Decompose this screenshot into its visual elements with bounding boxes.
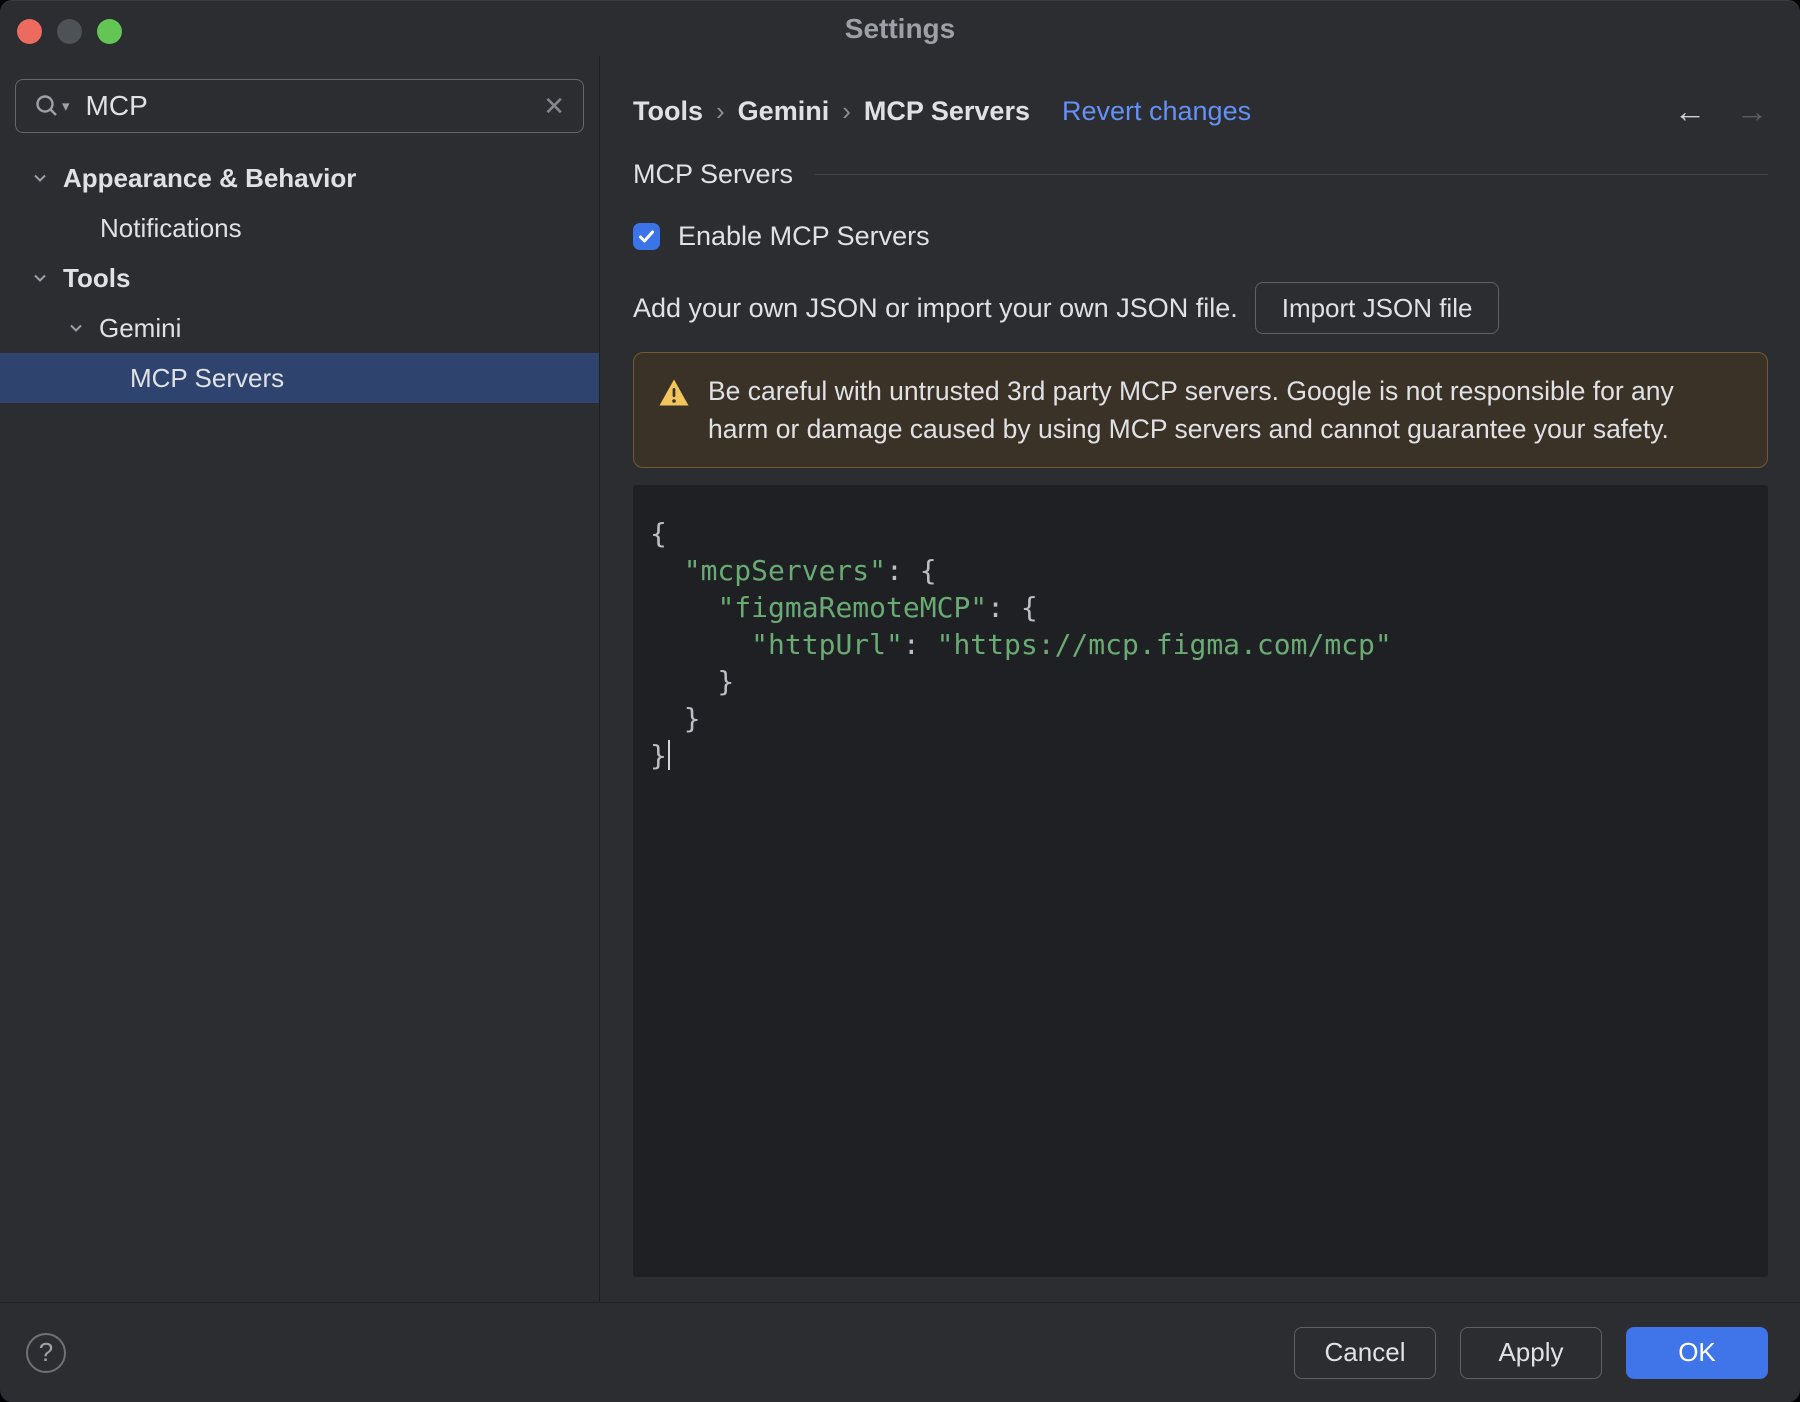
settings-sidebar: ▾ ✕ Appearance & Behavior Notifications: [0, 56, 600, 1302]
settings-content: Tools › Gemini › MCP Servers Revert chan…: [600, 56, 1800, 1302]
section-header: MCP Servers: [633, 159, 1768, 190]
cancel-button[interactable]: Cancel: [1294, 1326, 1436, 1379]
dialog-footer: ? Cancel Apply OK: [0, 1302, 1800, 1402]
breadcrumb: Tools › Gemini › MCP Servers Revert chan…: [633, 89, 1768, 133]
apply-button[interactable]: Apply: [1460, 1326, 1602, 1379]
search-history-caret-icon[interactable]: ▾: [62, 97, 70, 115]
search-icon: [34, 93, 60, 119]
sidebar-item-label: MCP Servers: [130, 362, 285, 393]
breadcrumb-mcp-servers: MCP Servers: [863, 95, 1030, 126]
back-arrow-icon[interactable]: ←: [1674, 93, 1706, 130]
sidebar-item-gemini[interactable]: Gemini: [0, 303, 599, 353]
warning-banner: Be careful with untrusted 3rd party MCP …: [633, 352, 1768, 468]
window-title: Settings: [844, 12, 956, 44]
zoom-window-button[interactable]: [97, 19, 122, 44]
settings-tree: Appearance & Behavior Notifications Tool…: [0, 153, 599, 403]
minimize-window-button[interactable]: [57, 19, 82, 44]
import-instruction-text: Add your own JSON or import your own JSO…: [633, 292, 1238, 323]
sidebar-item-label: Notifications: [100, 212, 242, 243]
chevron-down-icon[interactable]: [30, 168, 50, 188]
title-bar: Settings: [0, 1, 1800, 56]
enable-mcp-row: Enable MCP Servers: [633, 221, 1768, 252]
sidebar-item-appearance-behavior[interactable]: Appearance & Behavior: [0, 153, 599, 203]
warning-triangle-icon: [658, 378, 690, 412]
search-input[interactable]: [85, 90, 544, 122]
settings-search-field[interactable]: ▾ ✕: [15, 79, 584, 133]
chevron-down-icon[interactable]: [30, 268, 50, 288]
enable-mcp-checkbox[interactable]: [633, 223, 660, 250]
chevron-down-icon[interactable]: [66, 318, 86, 338]
sidebar-item-mcp-servers[interactable]: MCP Servers: [0, 353, 599, 403]
sidebar-item-label: Appearance & Behavior: [63, 162, 357, 193]
section-divider: [815, 174, 1768, 175]
breadcrumb-separator-icon: ›: [716, 95, 725, 126]
revert-changes-link[interactable]: Revert changes: [1062, 96, 1251, 127]
breadcrumb-separator-icon: ›: [842, 95, 851, 126]
section-title: MCP Servers: [633, 159, 794, 189]
mcp-json-editor[interactable]: { "mcpServers": { "figmaRemoteMCP": { "h…: [633, 485, 1768, 1277]
warning-text: Be careful with untrusted 3rd party MCP …: [708, 376, 1674, 444]
close-window-button[interactable]: [17, 19, 42, 44]
sidebar-item-notifications[interactable]: Notifications: [0, 203, 599, 253]
sidebar-item-label: Gemini: [99, 312, 182, 343]
clear-search-icon[interactable]: ✕: [543, 91, 565, 122]
sidebar-item-tools[interactable]: Tools: [0, 253, 599, 303]
import-json-button[interactable]: Import JSON file: [1254, 282, 1500, 334]
ok-button[interactable]: OK: [1626, 1326, 1768, 1379]
forward-arrow-icon: →: [1736, 92, 1768, 129]
settings-window: Settings ▾ ✕ Ap: [0, 0, 1800, 1402]
import-row: Add your own JSON or import your own JSO…: [633, 282, 1768, 334]
sidebar-item-label: Tools: [63, 262, 131, 293]
breadcrumb-tools[interactable]: Tools: [633, 96, 703, 127]
checkmark-icon: [639, 230, 654, 243]
enable-mcp-label[interactable]: Enable MCP Servers: [678, 221, 930, 252]
breadcrumb-gemini[interactable]: Gemini: [738, 96, 830, 127]
text-cursor: [667, 740, 670, 770]
traffic-lights: [17, 19, 122, 44]
help-button[interactable]: ?: [26, 1332, 66, 1373]
editor-code: { "mcpServers": { "figmaRemoteMCP": { "h…: [650, 517, 1392, 772]
